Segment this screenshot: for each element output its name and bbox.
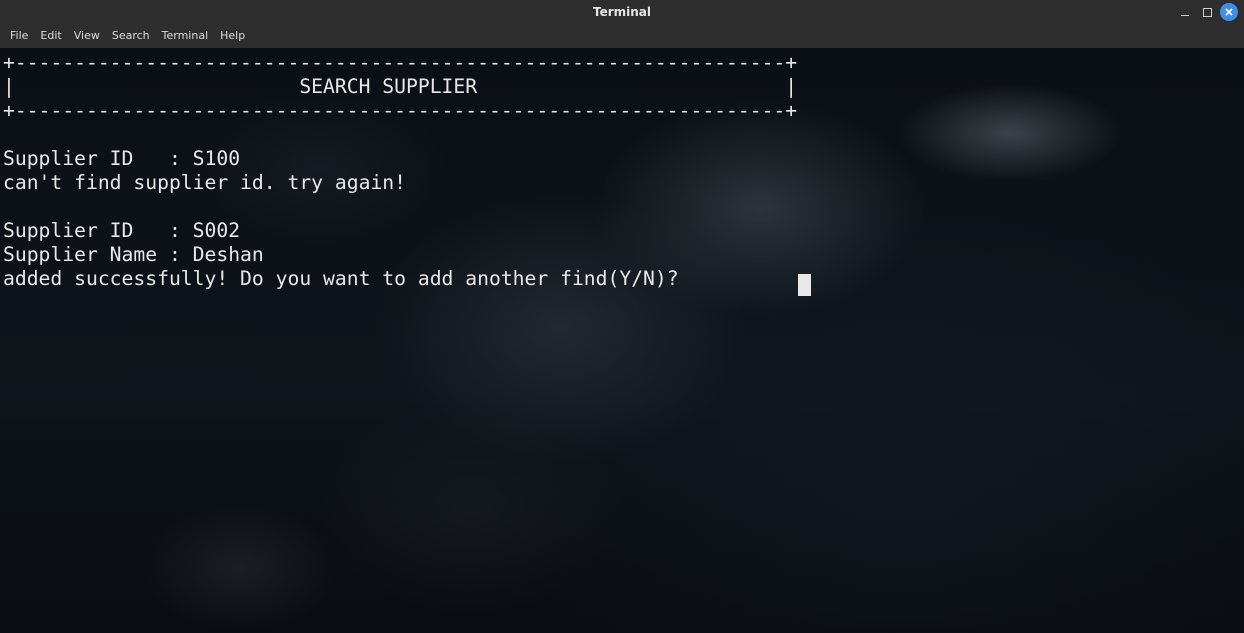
title-bar[interactable]: Terminal	[0, 0, 1244, 24]
menu-terminal[interactable]: Terminal	[156, 24, 215, 48]
window-title: Terminal	[592, 5, 652, 19]
close-button[interactable]	[1220, 3, 1238, 21]
close-icon	[1225, 8, 1233, 16]
maximize-icon	[1202, 7, 1212, 17]
window-controls	[1176, 0, 1238, 24]
text-cursor	[798, 274, 811, 296]
continue-prompt: added successfully! Do you want to add a…	[3, 267, 691, 290]
menu-bar: File Edit View Search Terminal Help	[0, 24, 1244, 48]
menu-help[interactable]: Help	[214, 24, 251, 48]
maximize-button[interactable]	[1198, 3, 1216, 21]
menu-edit[interactable]: Edit	[34, 24, 67, 48]
terminal-window: Terminal File Edit View Search Terminal …	[0, 0, 1244, 633]
error-message: can't find supplier id. try again!	[3, 171, 406, 194]
prompt-supplier-id: Supplier ID : S100	[3, 147, 241, 170]
menu-file[interactable]: File	[4, 24, 34, 48]
minimize-button[interactable]	[1176, 3, 1194, 21]
box-bottom-border: +---------------------------------------…	[3, 99, 798, 122]
terminal-output[interactable]: +---------------------------------------…	[0, 48, 1244, 633]
supplier-name-line: Supplier Name : Deshan	[3, 243, 264, 266]
box-title-line: | SEARCH SUPPLIER |	[3, 75, 798, 98]
menu-view[interactable]: View	[68, 24, 106, 48]
minimize-icon	[1181, 14, 1189, 16]
box-top-border: +---------------------------------------…	[3, 51, 798, 74]
menu-search[interactable]: Search	[106, 24, 156, 48]
prompt-supplier-id: Supplier ID : S002	[3, 219, 241, 242]
